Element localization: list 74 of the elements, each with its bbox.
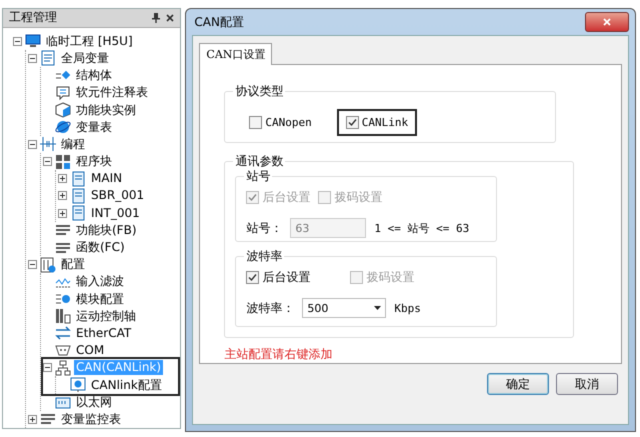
caret-icon bbox=[374, 306, 382, 310]
tree-item[interactable]: 函数(FC) bbox=[74, 240, 127, 256]
expand-toggle[interactable] bbox=[43, 157, 52, 166]
group-title: 协议类型 bbox=[233, 83, 286, 100]
tree-item[interactable]: 功能块(FB) bbox=[74, 222, 138, 238]
network-icon bbox=[55, 360, 71, 376]
document-icon bbox=[70, 188, 86, 204]
checkbox-label: 后台设置 bbox=[262, 269, 310, 286]
tab[interactable]: CAN口设置 bbox=[199, 43, 272, 65]
tree-item[interactable]: 以太网 bbox=[74, 394, 114, 410]
globe-icon bbox=[55, 119, 71, 136]
tree-item[interactable]: 变量监控表 bbox=[59, 412, 123, 427]
expand-toggle[interactable] bbox=[28, 54, 37, 63]
tree-item[interactable]: COM bbox=[74, 343, 106, 358]
tree-item[interactable]: 编程 bbox=[59, 136, 87, 152]
tree-item[interactable]: 变量表 bbox=[74, 120, 114, 135]
checkbox-label: 拨码设置 bbox=[366, 269, 414, 286]
monitor-icon bbox=[25, 33, 41, 50]
close-icon bbox=[603, 18, 611, 26]
expand-toggle[interactable] bbox=[13, 36, 22, 46]
tree-item[interactable]: 功能块实例 bbox=[74, 102, 138, 118]
range-text: 1 <= 站号 <= 63 bbox=[374, 220, 470, 236]
unit-label: Kbps bbox=[394, 302, 421, 314]
tree-item[interactable]: 配置 bbox=[59, 257, 87, 272]
dialog-title: CAN配置 bbox=[193, 14, 245, 30]
panel-title: 工程管理 bbox=[9, 9, 58, 26]
checkbox[interactable] bbox=[346, 116, 359, 129]
group-title: 波特率 bbox=[244, 248, 284, 265]
expand-toggle[interactable] bbox=[58, 208, 67, 218]
tree-item[interactable]: CANlink配置 bbox=[89, 378, 164, 393]
cube-icon bbox=[55, 102, 71, 118]
field-label: 波特率： bbox=[246, 300, 294, 316]
expand-toggle[interactable] bbox=[58, 191, 67, 200]
close-icon[interactable] bbox=[166, 14, 174, 22]
checkbox-label: CANLink bbox=[362, 116, 408, 129]
close-button[interactable] bbox=[585, 12, 629, 32]
expand-toggle[interactable] bbox=[28, 414, 37, 424]
tree-item[interactable]: 运动控制轴 bbox=[74, 308, 138, 324]
tree-item[interactable]: 全局变量 bbox=[59, 50, 111, 66]
tree-item[interactable]: 结构体 bbox=[74, 68, 114, 84]
document-icon bbox=[70, 205, 86, 222]
cancel-button[interactable]: 取消 bbox=[556, 373, 618, 395]
tree-item[interactable]: INT_001 bbox=[89, 206, 142, 221]
checkbox-label: 拨码设置 bbox=[334, 189, 382, 206]
baud-dropdown[interactable]: 500 bbox=[302, 298, 386, 318]
checkbox-label: CANopen bbox=[265, 116, 312, 129]
tree-item[interactable]: EtherCAT bbox=[74, 326, 134, 341]
pin-icon[interactable] bbox=[152, 12, 160, 23]
checkbox[interactable] bbox=[246, 271, 260, 284]
hint-text: 主站配置请右键添加 bbox=[224, 346, 334, 363]
bars-icon bbox=[55, 308, 71, 324]
sliders-icon bbox=[40, 256, 56, 273]
expand-toggle[interactable] bbox=[43, 363, 52, 372]
tree-item[interactable]: 软元件注释表 bbox=[74, 85, 150, 100]
tree-item[interactable]: MAIN bbox=[89, 171, 124, 186]
checkbox[interactable] bbox=[249, 116, 262, 129]
tree-item[interactable]: 程序块 bbox=[74, 154, 114, 170]
tree-item[interactable]: 临时工程 [H5U] bbox=[44, 34, 135, 49]
grid-icon bbox=[55, 154, 71, 170]
ladder-icon bbox=[40, 136, 56, 152]
expand-toggle[interactable] bbox=[28, 140, 37, 149]
checkbox-label: 后台设置 bbox=[262, 189, 310, 206]
expand-toggle[interactable] bbox=[58, 174, 67, 184]
document-icon bbox=[70, 170, 86, 187]
tree-item[interactable]: SBR_001 bbox=[89, 188, 146, 204]
field-label: 站号： bbox=[246, 220, 282, 236]
document-icon bbox=[40, 50, 56, 66]
tree-item[interactable]: 模块配置 bbox=[74, 292, 126, 307]
ok-button[interactable]: 确定 bbox=[487, 373, 549, 395]
expand-toggle[interactable] bbox=[28, 260, 37, 270]
group-title: 站号 bbox=[244, 168, 272, 185]
speech-bubble-icon bbox=[55, 84, 71, 101]
group-title: 通讯参数 bbox=[233, 153, 286, 170]
tree-item[interactable]: 输入滤波 bbox=[74, 274, 126, 290]
